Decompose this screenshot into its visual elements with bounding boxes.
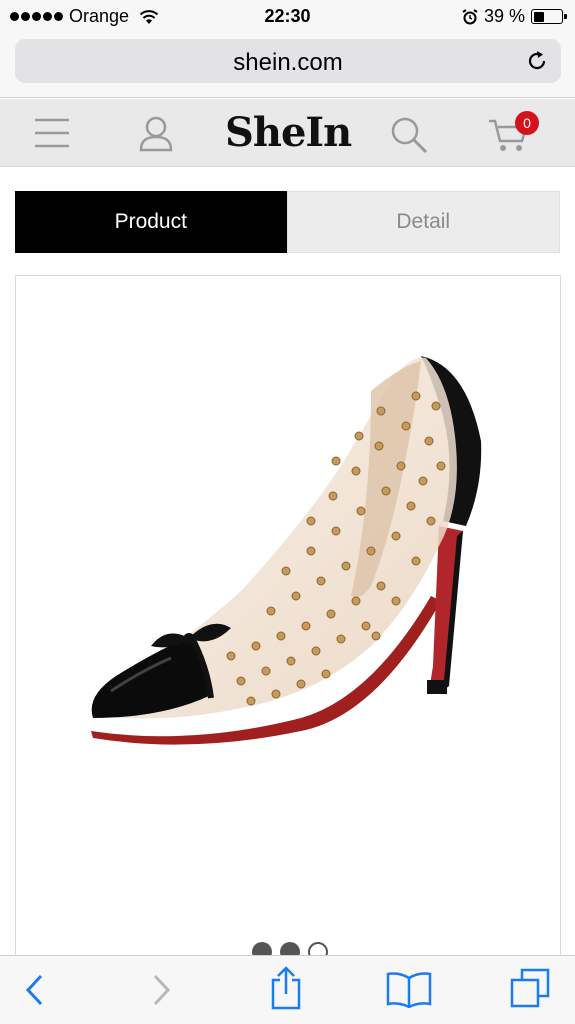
account-icon[interactable] — [139, 116, 173, 152]
back-icon[interactable] — [24, 972, 44, 1008]
battery-group: 39 % — [462, 6, 567, 27]
tabs-icon[interactable] — [510, 968, 552, 1010]
browser-toolbar — [0, 955, 575, 1024]
browser-address-area: shein.com — [0, 34, 575, 98]
product-image-frame[interactable] — [15, 275, 561, 975]
site-logo[interactable]: SheIn — [225, 109, 352, 156]
tab-product[interactable]: Product — [15, 191, 287, 253]
tab-detail[interactable]: Detail — [286, 191, 560, 253]
alarm-icon — [462, 8, 478, 24]
address-bar[interactable]: shein.com — [15, 39, 561, 83]
battery-percent: 39 % — [483, 6, 525, 26]
search-icon[interactable] — [390, 116, 428, 154]
battery-icon — [531, 9, 567, 24]
status-bar: Orange 22:30 39 % — [0, 0, 575, 34]
bookmarks-icon[interactable] — [386, 970, 432, 1008]
cart-count-badge[interactable]: 0 — [515, 111, 539, 135]
menu-icon[interactable] — [34, 116, 70, 150]
product-image[interactable] — [71, 346, 491, 766]
url-text: shein.com — [233, 49, 343, 76]
reload-icon[interactable] — [525, 49, 549, 73]
product-tabs: Product Detail — [15, 191, 560, 253]
site-header: SheIn 0 — [0, 99, 575, 167]
forward-icon[interactable] — [152, 972, 172, 1008]
battery-level — [533, 11, 545, 22]
share-icon[interactable] — [270, 966, 302, 1010]
